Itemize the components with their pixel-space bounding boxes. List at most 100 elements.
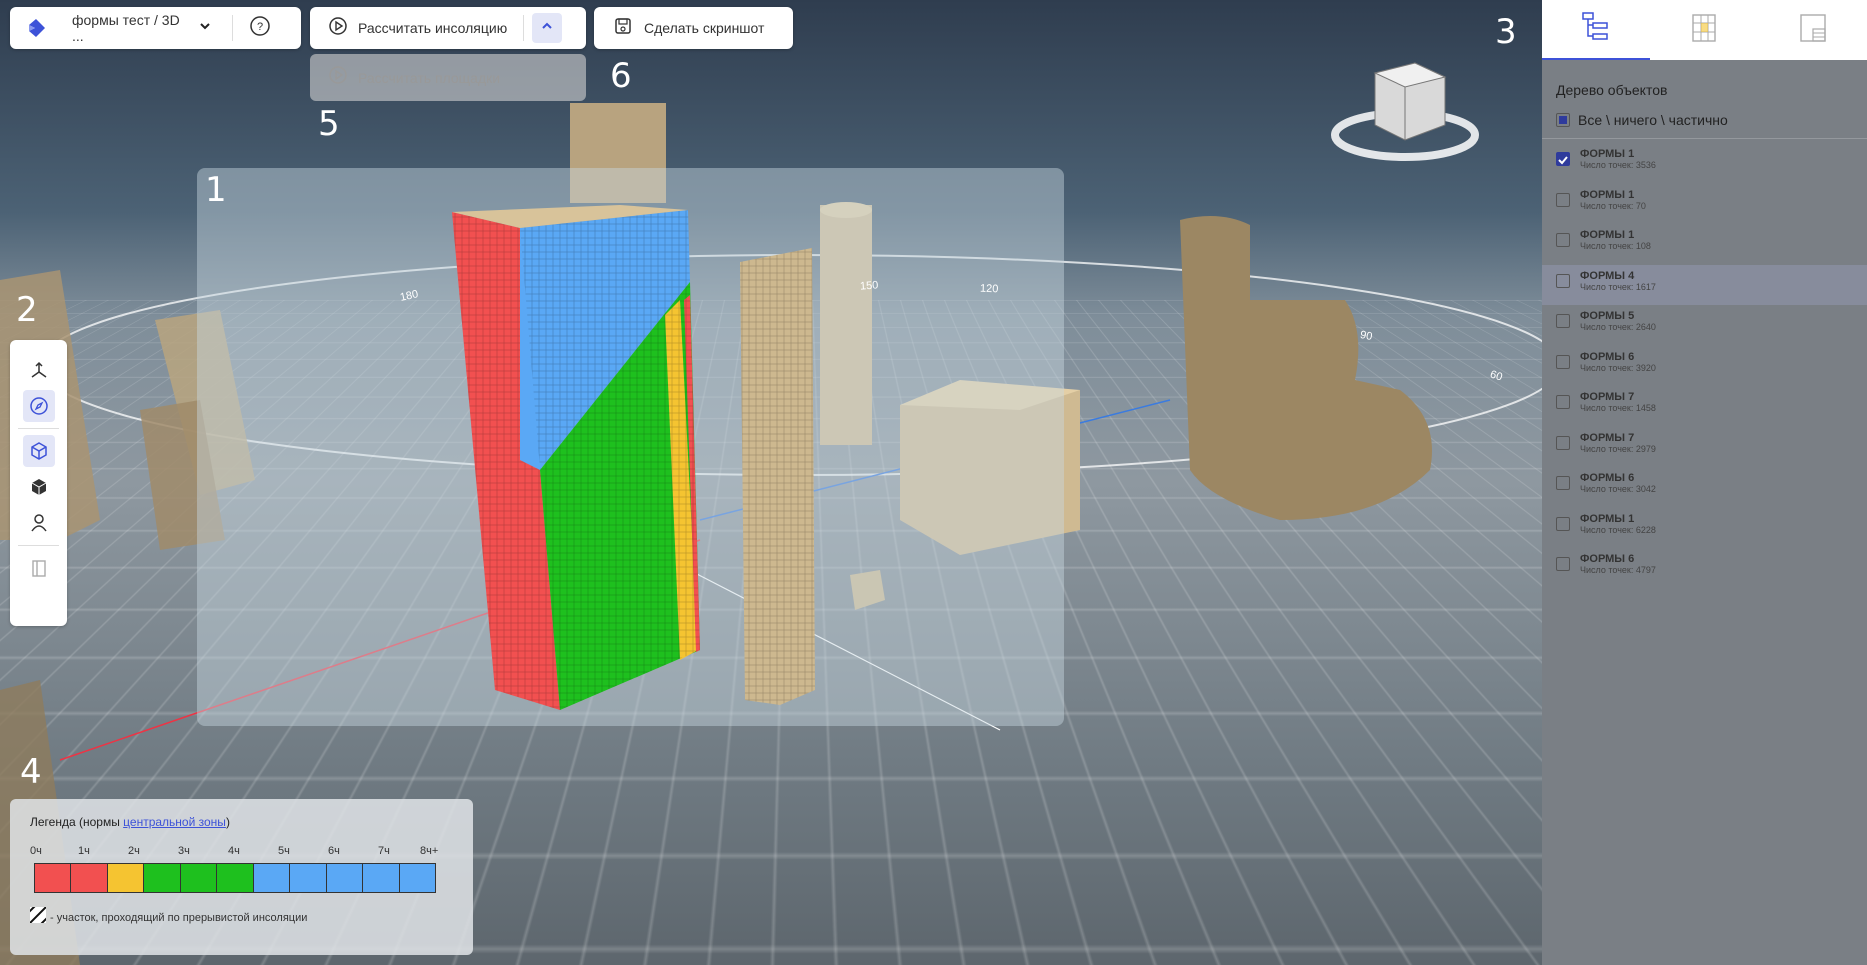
tree-item[interactable]: ФОРМЫ 1 Число точек: 3536 [1542,143,1867,184]
calc-areas-label: Рассчитать площадки [358,69,501,86]
project-panel: формы тест / 3D ... ? [10,7,301,49]
chevron-down-icon[interactable] [198,19,212,38]
legend-tick: 3ч [178,845,190,857]
tree-item[interactable]: ФОРМЫ 5 Число точек: 2640 [1542,305,1867,346]
tree-item-checkbox[interactable] [1556,435,1570,450]
axes-icon[interactable] [23,354,55,386]
legend-segment [217,864,254,892]
select-all-label: Все \ ничего \ частично [1578,112,1728,128]
screenshot-label: Сделать скриншот [644,20,765,36]
legend-segment [35,864,72,892]
tree-item-points: Число точек: 4797 [1580,565,1656,575]
tree-item-checkbox[interactable] [1556,192,1570,207]
tree-item-name: ФОРМЫ 7 [1580,431,1635,444]
tree-item-checkbox[interactable] [1556,273,1570,288]
play-icon [328,16,348,41]
marker-1: 1 [205,170,227,210]
legend-tick: 5ч [278,845,290,857]
tree-item-name: ФОРМЫ 5 [1580,310,1635,322]
tree-item[interactable]: ФОРМЫ 7 Число точек: 1458 [1542,386,1867,427]
tree-item-name: ФОРМЫ 7 [1580,391,1635,403]
compass-label: 90 [1359,329,1374,343]
cube-outline-icon[interactable] [22,435,55,467]
legend-segment [144,864,181,892]
legend-title: Легенда (нормы центральной зоны) [30,815,453,829]
tree-item-points: Число точек: 2979 [1580,443,1656,454]
tree-item-points: Число точек: 3536 [1580,160,1656,170]
tree-item[interactable]: ФОРМЫ 1 Число точек: 70 [1542,184,1867,225]
tree-item[interactable]: ФОРМЫ 1 Число точек: 108 [1542,224,1867,265]
tree-item-name: ФОРМЫ 4 [1580,269,1635,282]
legend-tick: 8ч+ [420,845,439,857]
calc-insolation-label: Рассчитать инсоляцию [358,20,508,36]
tree-item-points: Число точек: 3920 [1580,362,1656,373]
tree-item-points: Число точек: 1458 [1580,403,1656,413]
project-title[interactable]: формы тест / 3D ... [72,12,192,44]
tree-item-checkbox[interactable] [1556,314,1570,328]
select-all-checkbox[interactable] [1556,113,1570,127]
tree-item-name: ФОРМЫ 1 [1580,512,1635,525]
tree-item-checkbox[interactable] [1556,395,1570,409]
tree-item-name: ФОРМЫ 1 [1580,148,1635,160]
tree-item-checkbox[interactable] [1556,476,1570,490]
legend-segment [363,864,400,892]
table-tab[interactable] [1759,0,1867,60]
legend-title-prefix: Легенда (нормы [30,815,124,829]
object-tree-sidebar: Дерево объектов Все \ ничего \ частично … [1542,0,1867,965]
tree-item[interactable]: ФОРМЫ 1 Число точек: 6228 [1542,508,1867,549]
tree-item-name: ФОРМЫ 6 [1580,553,1635,565]
sidebar-tabs [1542,0,1867,60]
tree-item-name: ФОРМЫ 1 [1580,229,1635,241]
left-toolbar [10,340,67,626]
legend-segment [326,864,364,892]
report-icon [1799,13,1827,48]
tree-item-checkbox[interactable] [1556,516,1570,531]
legend-tick: 7ч [378,845,390,857]
tree-item[interactable]: ФОРМЫ 7 Число точек: 2979 [1542,427,1867,468]
cube-solid-icon[interactable] [23,471,55,503]
grid-tab[interactable] [1650,0,1758,60]
tree-item-name: ФОРМЫ 6 [1580,350,1635,363]
tree-item[interactable]: ФОРМЫ 4 Число точек: 1617 [1542,264,1867,305]
tree-item-checkbox[interactable] [1556,233,1570,247]
help-icon[interactable]: ? [249,15,271,42]
legend-segment [253,864,291,892]
compass-label: 150 [859,279,879,293]
tree-item-name: ФОРМЫ 1 [1580,188,1635,201]
legend-tick: 6ч [328,845,340,857]
legend-tick: 2ч [128,845,140,857]
legend-segment [180,864,218,892]
compass-icon[interactable] [22,390,55,422]
select-all-row[interactable]: Все \ ничего \ частично [1542,98,1867,139]
tree-item-name: ФОРМЫ 6 [1580,472,1635,484]
panel-icon[interactable] [23,552,55,584]
tree-item-checkbox[interactable] [1556,354,1570,369]
tree-icon [1581,11,1611,48]
expand-toggle-button[interactable] [532,13,563,43]
calc-areas-button[interactable]: Рассчитать площадки [310,54,586,101]
marker-6: 6 [610,56,632,96]
tree-item[interactable]: ФОРМЫ 6 Число точек: 3920 [1542,346,1867,387]
legend-tick: 0ч [30,845,42,857]
calc-insolation-group: Рассчитать инсоляцию [310,7,586,49]
tree-item-checkbox[interactable] [1556,557,1570,571]
legend-color-bar [34,863,436,893]
tree-item[interactable]: ФОРМЫ 6 Число точек: 4797 [1542,548,1867,589]
tree-item-points: Число точек: 6228 [1580,524,1656,535]
calc-insolation-button[interactable]: Рассчитать инсоляцию [310,7,507,49]
tree-title: Дерево объектов [1556,82,1668,98]
legend-title-suffix: ) [225,815,230,829]
marker-3: 3 [1495,12,1517,52]
person-icon[interactable] [23,507,55,539]
selection-area [197,168,1064,726]
legend-zone-link[interactable]: центральной зоны [123,815,226,829]
screenshot-button[interactable]: Сделать скриншот [594,7,793,49]
tree-item[interactable]: ФОРМЫ 6 Число точек: 3042 [1542,467,1867,508]
legend-segment [71,864,108,892]
marker-2: 2 [16,290,38,330]
tree-item-checkbox[interactable] [1556,152,1570,166]
app-logo-icon[interactable] [10,17,62,39]
marker-5: 5 [318,104,340,144]
view-cube[interactable] [1330,55,1480,165]
tree-tab[interactable] [1542,0,1651,60]
